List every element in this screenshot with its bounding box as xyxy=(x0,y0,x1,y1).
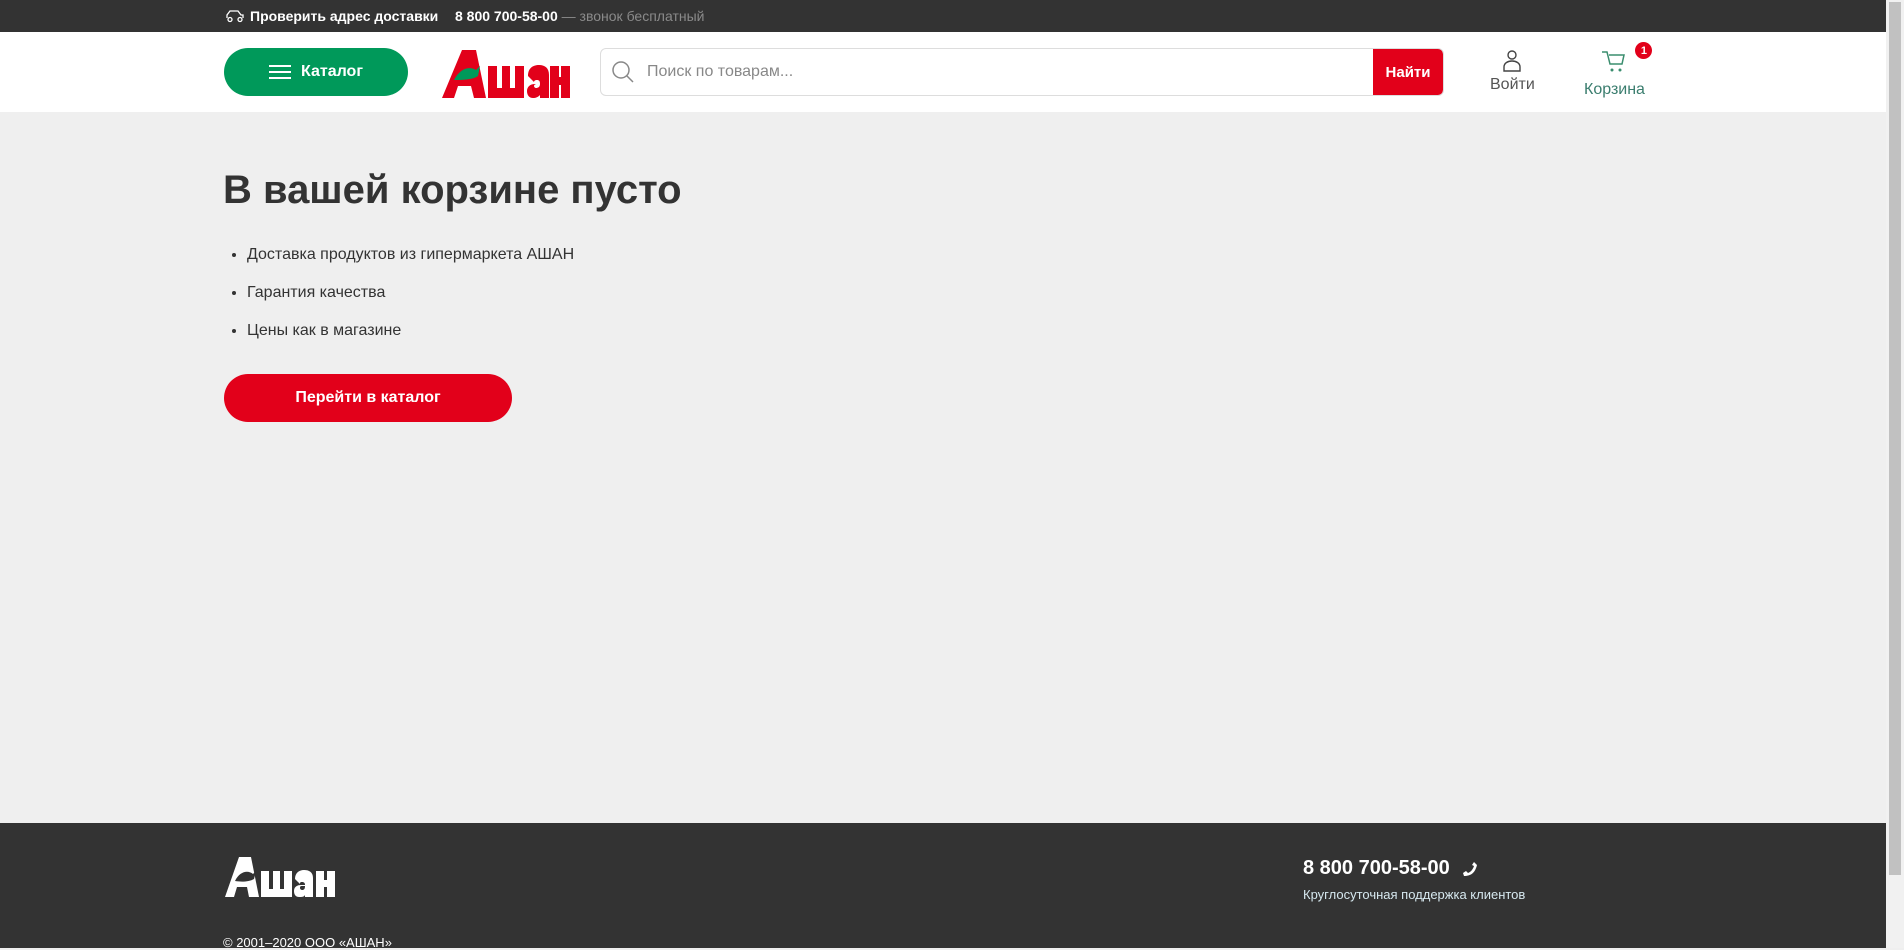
support-text: Круглосуточная поддержка клиентов xyxy=(1303,887,1526,902)
search-input[interactable] xyxy=(635,49,1373,95)
cart-count-badge: 1 xyxy=(1635,42,1653,59)
check-address-label: Проверить адрес доставки xyxy=(250,8,439,24)
benefit-item: Гарантия качества xyxy=(247,282,574,320)
auchan-logo[interactable] xyxy=(440,46,570,100)
header: Каталог Найти Войти 1 Корзина xyxy=(0,32,1886,112)
user-icon xyxy=(1503,50,1522,72)
benefit-item: Доставка продуктов из гипермаркета АШАН xyxy=(247,244,574,282)
top-phone: 8 800 700-58-00 — звонок бесплатный xyxy=(455,8,704,24)
cart-label: Корзина xyxy=(1584,81,1645,98)
search-button[interactable]: Найти xyxy=(1373,49,1443,95)
footer-phone-number: 8 800 700-58-00 xyxy=(1303,857,1450,879)
go-to-catalog-button[interactable]: Перейти в каталог xyxy=(224,374,512,422)
page-title: В вашей корзине пусто xyxy=(223,168,682,212)
scrollbar-thumb[interactable] xyxy=(1889,2,1901,875)
benefit-item: Цены как в магазине xyxy=(247,320,574,358)
footer-auchan-logo[interactable] xyxy=(223,855,353,899)
catalog-label: Каталог xyxy=(301,63,363,80)
phone-icon xyxy=(1462,861,1477,876)
login-label: Войти xyxy=(1490,76,1535,93)
cart-button[interactable]: 1 Корзина xyxy=(1584,42,1653,99)
login-button[interactable]: Войти xyxy=(1490,48,1535,94)
phone-note: — звонок бесплатный xyxy=(561,8,705,24)
footer: 8 800 700-58-00 Круглосуточная поддержка… xyxy=(0,823,1886,950)
benefits-list: Доставка продуктов из гипермаркета АШАН … xyxy=(247,244,574,358)
scrollbar[interactable] xyxy=(1886,0,1904,948)
search-icon xyxy=(612,61,634,83)
top-bar: Проверить адрес доставки 8 800 700-58-00… xyxy=(0,0,1886,32)
cart-icon xyxy=(1602,51,1626,72)
phone-number: 8 800 700-58-00 xyxy=(455,8,558,24)
search-bar: Найти xyxy=(600,48,1444,96)
check-address-link[interactable]: Проверить адрес доставки xyxy=(225,8,438,24)
car-icon xyxy=(226,10,244,23)
footer-phone[interactable]: 8 800 700-58-00 xyxy=(1303,857,1478,880)
menu-icon xyxy=(269,61,291,83)
catalog-button[interactable]: Каталог xyxy=(224,48,408,96)
